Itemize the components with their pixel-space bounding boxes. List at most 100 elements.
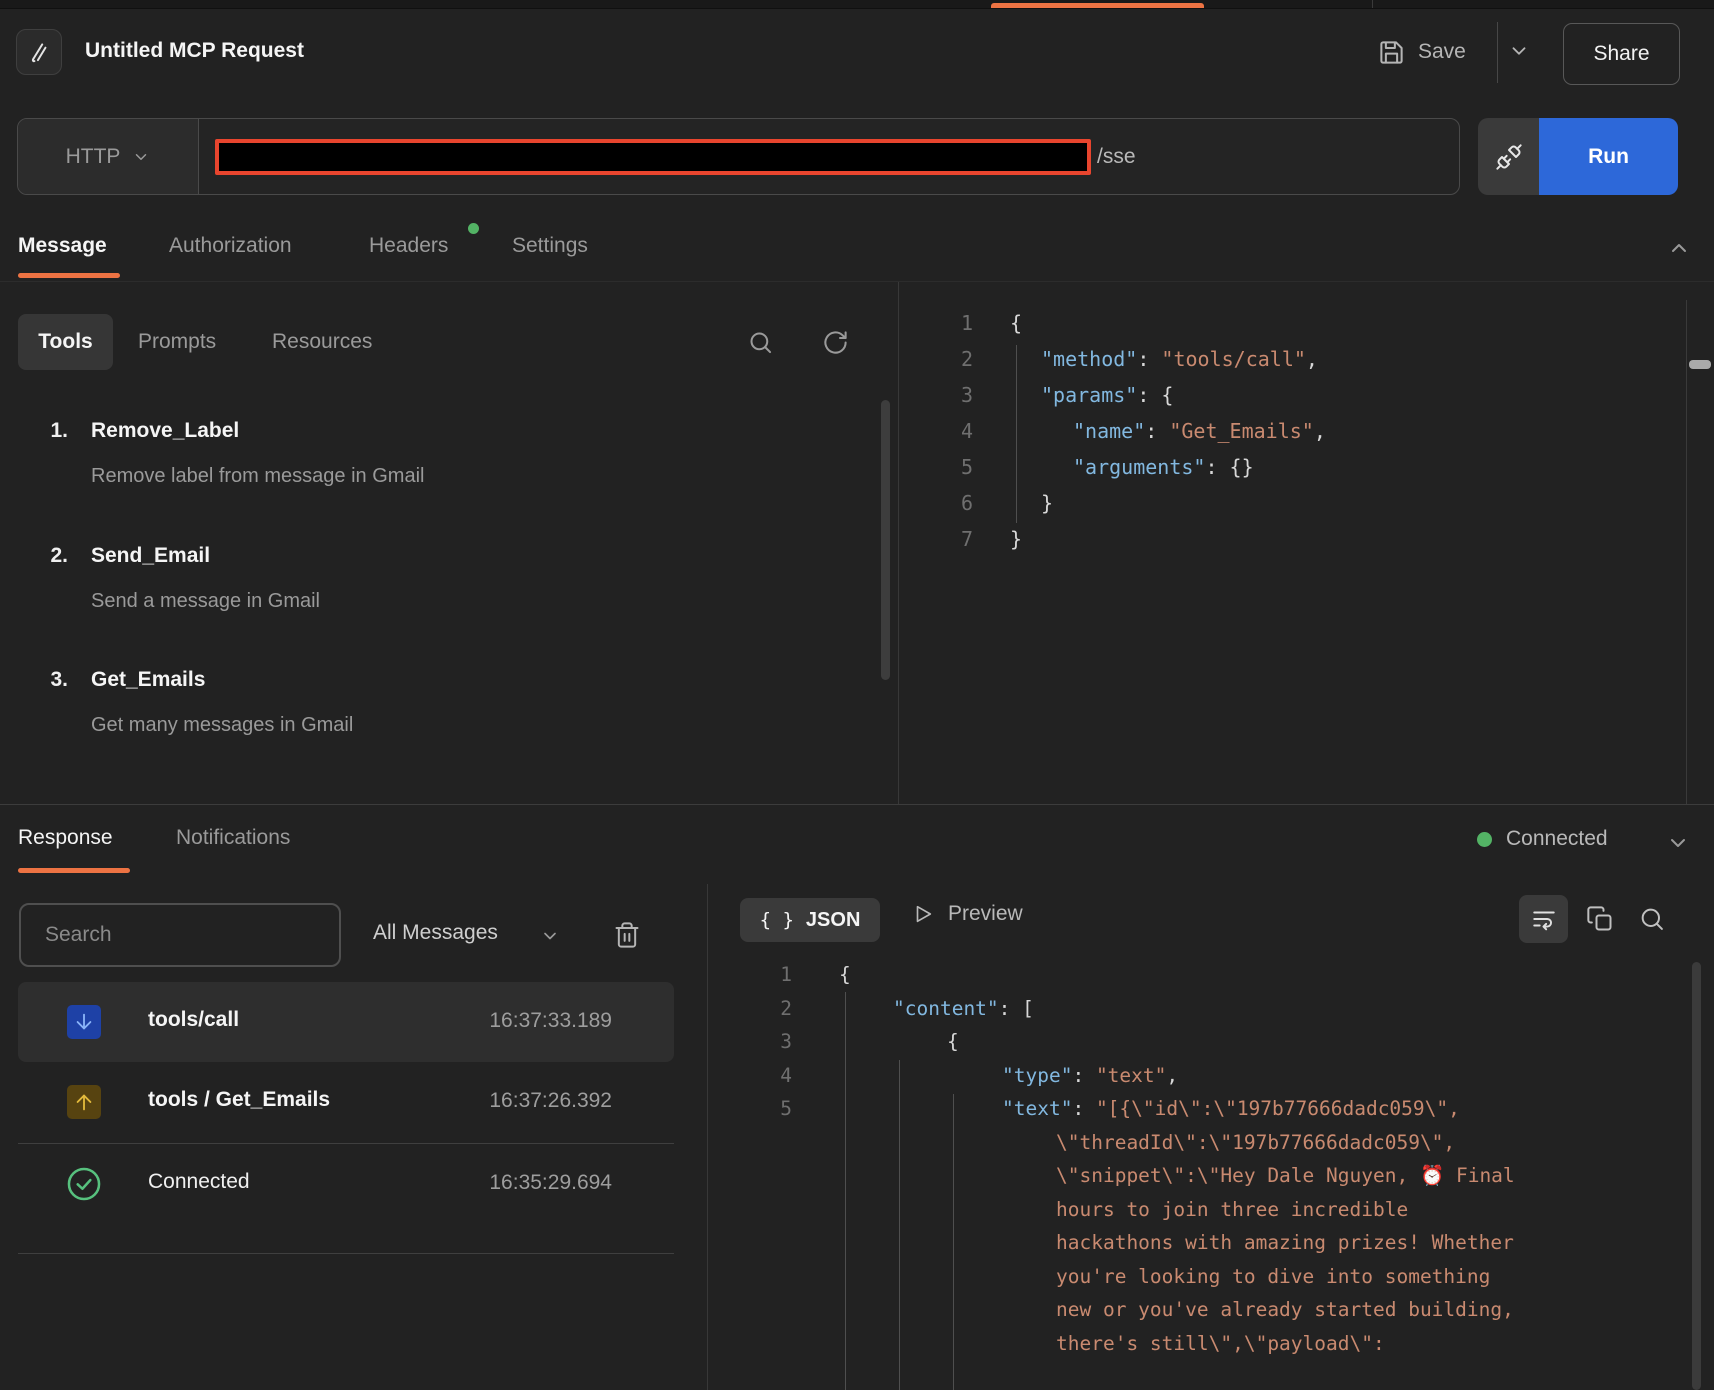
protocol-label: HTTP — [66, 145, 121, 169]
message-row-tools-call[interactable]: tools/call 16:37:33.189 — [18, 982, 674, 1062]
save-label: Save — [1418, 40, 1466, 64]
line-number: 2 — [899, 341, 973, 377]
connection-status-dot — [1477, 832, 1492, 847]
view-preview-toggle[interactable]: Preview — [912, 902, 1023, 926]
viewer-scrollbar[interactable] — [1692, 962, 1701, 1390]
check-circle-icon — [65, 1165, 103, 1203]
braces-icon: { } — [760, 909, 794, 931]
section-divider — [0, 804, 1714, 805]
code-line: 2"content": [ — [707, 992, 1515, 1026]
wrap-text-button[interactable] — [1519, 895, 1568, 943]
chevron-down-icon — [132, 148, 150, 166]
line-number: 4 — [707, 1059, 792, 1093]
response-body-viewer[interactable]: 1{2"content": [3{4"type": "text",5"text"… — [707, 958, 1515, 1360]
code-line: you're looking to dive into something — [707, 1260, 1515, 1294]
tools-refresh-button[interactable] — [822, 329, 849, 356]
tool-index: 1. — [38, 419, 68, 443]
line-number: 5 — [899, 449, 973, 485]
app-window: Untitled MCP Request Save Share HTTP /ss… — [0, 0, 1714, 1390]
save-icon — [1378, 39, 1405, 66]
collapse-section-button[interactable] — [1667, 236, 1691, 260]
line-number: 7 — [899, 521, 973, 557]
subtab-tools[interactable]: Tools — [18, 314, 113, 370]
tool-name: Get_Emails — [91, 668, 205, 692]
disconnect-button[interactable] — [1478, 118, 1539, 195]
code-line: 1{ — [899, 305, 1326, 341]
tab-message[interactable]: Message — [18, 234, 107, 258]
tool-item-remove-label[interactable]: 1. Remove_Label Remove label from messag… — [0, 405, 880, 515]
run-label: Run — [1588, 145, 1629, 169]
messages-filter-select[interactable]: All Messages — [373, 921, 498, 945]
tool-index: 2. — [38, 544, 68, 568]
url-bar: HTTP /sse — [17, 118, 1460, 195]
wrap-text-icon — [1531, 906, 1557, 932]
code-line: hours to join three incredible — [707, 1193, 1515, 1227]
share-button[interactable]: Share — [1563, 23, 1680, 85]
view-json-toggle[interactable]: { } JSON — [740, 898, 880, 942]
tools-scrollbar[interactable] — [881, 400, 890, 680]
tool-item-get-emails[interactable]: 3. Get_Emails Get many messages in Gmail — [0, 654, 880, 764]
tab-authorization[interactable]: Authorization — [169, 234, 292, 258]
tab-settings[interactable]: Settings — [512, 234, 588, 258]
connected-check-icon — [64, 1164, 104, 1204]
tool-name: Send_Email — [91, 544, 210, 568]
copy-icon — [1586, 905, 1614, 933]
tools-search-button[interactable] — [747, 329, 774, 356]
request-body-editor[interactable]: 1{2"method": "tools/call",3"params": {4"… — [899, 305, 1326, 557]
chevron-down-icon — [540, 926, 560, 946]
code-line: 2"method": "tools/call", — [899, 341, 1326, 377]
url-input-redacted[interactable] — [215, 139, 1091, 175]
subtab-resources[interactable]: Resources — [272, 330, 372, 354]
tool-name: Remove_Label — [91, 419, 239, 443]
tool-item-send-email[interactable]: 2. Send_Email Send a message in Gmail — [0, 530, 880, 640]
active-tab-indicator — [991, 3, 1204, 8]
outgoing-message-icon — [67, 1085, 101, 1119]
run-button[interactable]: Run — [1539, 118, 1678, 195]
tool-description: Remove label from message in Gmail — [91, 465, 424, 488]
tool-index: 3. — [38, 668, 68, 692]
top-tab-strip — [0, 0, 1714, 9]
clear-messages-button[interactable] — [613, 921, 641, 949]
indent-guide — [1016, 345, 1017, 523]
tab-notifications[interactable]: Notifications — [176, 826, 290, 850]
line-number: 1 — [707, 958, 792, 992]
code-line: 6} — [899, 485, 1326, 521]
viewer-search-button[interactable] — [1638, 905, 1666, 933]
message-row-connected[interactable]: Connected 16:35:29.694 — [18, 1144, 674, 1224]
code-line: there's still\",\"payload\": — [707, 1327, 1515, 1361]
subtab-prompts[interactable]: Prompts — [138, 330, 216, 354]
connection-menu-button[interactable] — [1666, 831, 1690, 855]
indent-guide — [845, 992, 846, 1390]
line-number: 6 — [899, 485, 973, 521]
connection-status-label[interactable]: Connected — [1506, 827, 1608, 851]
tab-response[interactable]: Response — [18, 826, 113, 850]
save-button[interactable]: Save — [1378, 30, 1466, 74]
mcp-logo-icon — [26, 39, 52, 65]
mcp-request-icon — [16, 29, 62, 75]
tab-headers[interactable]: Headers — [369, 234, 448, 258]
arrow-up-icon — [73, 1091, 95, 1113]
run-button-group: Run — [1478, 118, 1678, 195]
copy-button[interactable] — [1586, 905, 1614, 933]
tab-message-underline — [18, 273, 120, 278]
save-options-button[interactable] — [1508, 40, 1530, 62]
chevron-down-icon — [1508, 40, 1530, 62]
code-line: 4"name": "Get_Emails", — [899, 413, 1326, 449]
json-toggle-label: JSON — [806, 909, 860, 932]
message-label: tools / Get_Emails — [148, 1088, 330, 1112]
search-icon — [1638, 905, 1666, 933]
chevron-up-icon — [1667, 236, 1691, 260]
tool-description: Send a message in Gmail — [91, 590, 320, 613]
filter-chevron[interactable] — [540, 926, 560, 946]
line-number: 3 — [899, 377, 973, 413]
code-line: \"snippet\":\"Hey Dale Nguyen, ⏰ Final — [707, 1159, 1515, 1193]
message-row-get-emails[interactable]: tools / Get_Emails 16:37:26.392 — [18, 1062, 674, 1142]
incoming-message-icon — [67, 1005, 101, 1039]
chevron-down-icon — [1666, 831, 1690, 855]
page-title[interactable]: Untitled MCP Request — [85, 39, 304, 63]
unplug-icon — [1495, 143, 1523, 171]
tabs-divider — [0, 281, 1714, 282]
protocol-select[interactable]: HTTP — [18, 119, 199, 194]
messages-search-input[interactable] — [19, 903, 341, 967]
editor-scrollbar-thumb[interactable] — [1689, 360, 1711, 369]
